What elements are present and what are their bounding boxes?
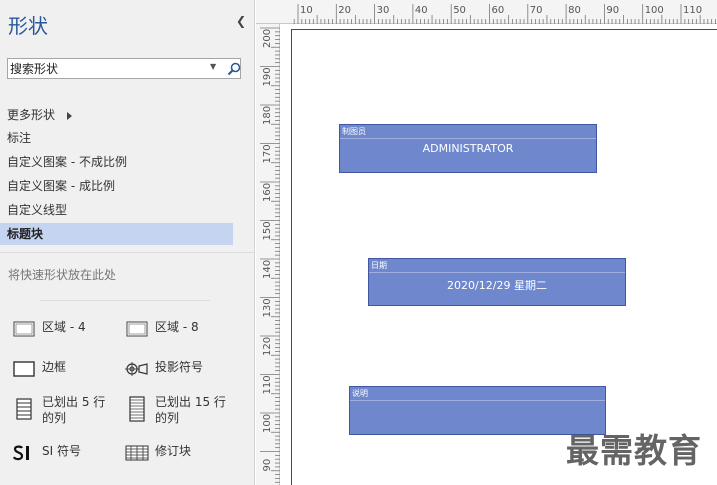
ruler-label: 30 xyxy=(377,5,390,16)
pane-title: 形状 xyxy=(8,14,48,38)
block-divider xyxy=(369,272,625,273)
shape-region-4[interactable]: 区域 - 4 xyxy=(12,319,86,339)
shape-label: 区域 - 8 xyxy=(155,320,199,334)
shape-projection-symbol[interactable]: 投影符号 xyxy=(125,359,203,379)
ruler-label: 140 xyxy=(262,260,273,279)
block-value: ADMINISTRATOR xyxy=(422,142,514,155)
si-symbol-icon xyxy=(12,443,36,463)
block-caption: 日期 xyxy=(371,261,387,270)
shape-label: 边框 xyxy=(42,360,67,374)
menu-item-label: 标题块 xyxy=(7,227,44,241)
shape-revision-block[interactable]: 修订块 xyxy=(125,443,191,463)
ruler-label: 190 xyxy=(262,67,273,86)
shape-column-15-rows[interactable]: 已划出 15 行 的列 xyxy=(125,394,226,426)
menu-item-custom-pattern-unscaled[interactable]: 自定义图案 - 不成比例 xyxy=(0,151,233,173)
menu-item-label: 更多形状 xyxy=(7,108,56,122)
border-icon xyxy=(12,359,36,379)
revision-block-icon xyxy=(125,443,149,463)
table-column-icon xyxy=(125,394,149,424)
divider xyxy=(0,252,255,253)
table-column-icon xyxy=(12,394,36,424)
ruler-label: 40 xyxy=(415,5,428,16)
ruler-label: 200 xyxy=(262,29,273,48)
ruler-label: 10 xyxy=(300,5,313,16)
menu-item-label: 自定义图案 - 成比例 xyxy=(7,179,115,193)
watermark: 最需教育 xyxy=(566,431,702,470)
menu-item-custom-line-patterns[interactable]: 自定义线型 xyxy=(0,199,233,221)
menu-item-label: 自定义图案 - 不成比例 xyxy=(7,155,127,169)
ruler-label: 130 xyxy=(262,298,273,317)
ruler-label: 20 xyxy=(338,5,351,16)
shape-si-symbol[interactable]: SI 符号 xyxy=(12,443,81,463)
menu-item-title-blocks[interactable]: 标题块 xyxy=(0,223,233,245)
shape-label: 投影符号 xyxy=(155,360,204,374)
ruler-label: 120 xyxy=(262,337,273,356)
title-block-drafter[interactable]: 制图员 ADMINISTRATOR xyxy=(339,124,597,173)
block-caption: 说明 xyxy=(352,389,368,398)
shape-label: SI 符号 xyxy=(42,444,81,458)
shape-label: 区域 - 4 xyxy=(42,320,86,334)
menu-item-custom-pattern-scaled[interactable]: 自定义图案 - 成比例 xyxy=(0,175,233,197)
chevron-right-icon xyxy=(67,111,73,120)
search-box[interactable]: ▼ xyxy=(7,58,241,79)
shape-label: 已划出 15 行 的列 xyxy=(155,395,226,425)
projection-symbol-icon xyxy=(125,359,149,379)
block-caption: 制图员 xyxy=(342,127,366,136)
ruler-label: 70 xyxy=(530,5,543,16)
shape-border[interactable]: 边框 xyxy=(12,359,66,379)
region-icon xyxy=(125,319,149,339)
shape-label: 修订块 xyxy=(155,444,192,458)
menu-item-label: 标注 xyxy=(7,131,32,145)
ruler-label: 110 xyxy=(262,375,273,394)
vertical-ruler-scale: 200 190 180 170 160 150 140 130 120 110 100 90 xyxy=(260,27,280,483)
shape-region-8[interactable]: 区域 - 8 xyxy=(125,319,199,339)
horizontal-ruler-scale: 1020304050607080901001101 xyxy=(293,4,716,24)
ruler-label: 180 xyxy=(262,106,273,125)
shape-label: 已划出 5 行 的列 xyxy=(42,395,106,425)
search-input[interactable] xyxy=(10,60,206,77)
ruler-label: 150 xyxy=(262,221,273,240)
horizontal-ruler[interactable]: 1020304050607080901001101 xyxy=(256,0,717,24)
region-icon xyxy=(12,319,36,339)
search-icon[interactable] xyxy=(226,59,241,78)
block-divider xyxy=(350,400,605,401)
ruler-label: 80 xyxy=(568,5,581,16)
ruler-label: 50 xyxy=(453,5,466,16)
quick-shapes-hint: 将快速形状放在此处 xyxy=(8,268,117,282)
ruler-label: 170 xyxy=(262,144,273,163)
ruler-label: 100 xyxy=(262,414,273,433)
ruler-label: 60 xyxy=(492,5,505,16)
divider xyxy=(40,300,210,301)
title-block-date[interactable]: 日期 2020/12/29 星期二 xyxy=(368,258,626,306)
block-value: 2020/12/29 星期二 xyxy=(447,279,547,292)
vertical-ruler[interactable]: 200 190 180 170 160 150 140 130 120 110 100 90 xyxy=(256,24,280,485)
menu-item-more-shapes[interactable]: 更多形状 xyxy=(0,104,233,126)
ruler-label: 160 xyxy=(262,183,273,202)
ruler-label: 90 xyxy=(262,459,273,472)
chevron-left-icon[interactable]: ❮ xyxy=(236,14,246,28)
shapes-pane: 形状 ❮ ▼ 更多形状 标注 自定义图案 - 不成比例 自定义图案 - 成比例 … xyxy=(0,0,255,485)
ruler-label: 90 xyxy=(606,5,619,16)
ruler-label: 110 xyxy=(683,5,702,16)
ruler-label: 100 xyxy=(645,5,664,16)
chevron-down-icon[interactable]: ▼ xyxy=(210,62,216,71)
menu-item-label: 自定义线型 xyxy=(7,203,68,217)
shape-column-5-rows[interactable]: 已划出 5 行 的列 xyxy=(12,394,105,426)
block-divider xyxy=(340,138,596,139)
menu-item-callouts[interactable]: 标注 xyxy=(0,127,233,149)
